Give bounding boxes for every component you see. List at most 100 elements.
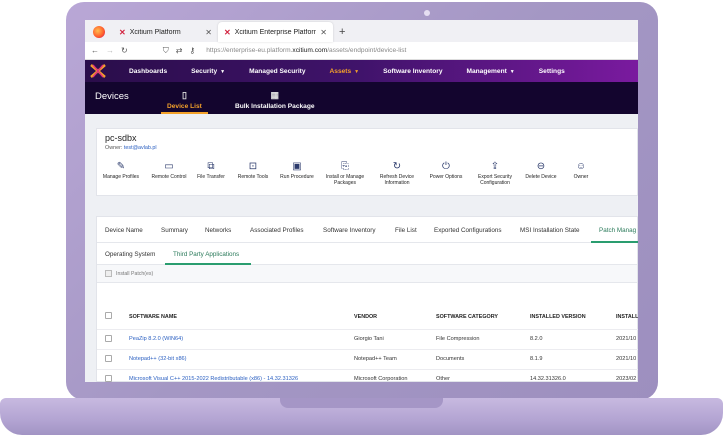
- owner-icon: ☺: [575, 161, 587, 172]
- install-patch-icon: [105, 270, 112, 277]
- file-transfer-button[interactable]: ⧉ File Transfer: [187, 161, 235, 181]
- nav-software-inventory[interactable]: Software Inventory: [383, 68, 442, 75]
- profile-edit-icon: ✎: [116, 161, 126, 172]
- version-cell: 8.2.0: [530, 329, 616, 350]
- tab-associated-profiles[interactable]: Associated Profiles: [250, 227, 304, 234]
- device-name: pc-sdbx: [105, 133, 137, 143]
- package-grid-icon: ▦: [270, 90, 280, 100]
- table-row: Notepad++ (32-bit x86) Notepad++ Team Do…: [97, 349, 638, 370]
- export-security-config-button[interactable]: ⇪ Export Security Configuration: [471, 161, 519, 187]
- table-row: Microsoft Visual C++ 2015-2022 Redistrib…: [97, 369, 638, 382]
- tab-networks[interactable]: Networks: [205, 227, 231, 234]
- installed-date-cell: 2021/10: [616, 349, 638, 370]
- nav-settings[interactable]: Settings: [539, 68, 565, 75]
- device-list-icon: ▯: [181, 90, 187, 100]
- browser-tab-bar: ✕ Xcitium Platform ✕ ✕ Xcitium Enterpris…: [85, 20, 638, 42]
- new-tab-button[interactable]: +: [339, 26, 345, 38]
- remote-control-button[interactable]: ▭ Remote Control: [145, 161, 193, 181]
- camera-icon: [424, 10, 430, 16]
- column-header[interactable]: SOFTWARE NAME: [129, 305, 354, 330]
- run-procedure-button[interactable]: ▣ Run Procedure: [273, 161, 321, 181]
- vendor-cell: Microsoft Corporation: [354, 369, 436, 382]
- url-bar: ← → ↻ ⛉ ⇄ ⚷ https://enterprise-eu.platfo…: [85, 42, 638, 60]
- patch-toolbar: Install Patch(es): [97, 265, 637, 283]
- close-icon[interactable]: ✕: [320, 28, 327, 37]
- xcitium-favicon-icon: ✕: [224, 27, 231, 37]
- tab-file-list[interactable]: File List: [395, 227, 417, 234]
- row-checkbox[interactable]: [105, 334, 112, 342]
- power-options-button[interactable]: ⏻ Power Options: [422, 161, 470, 181]
- software-name-link[interactable]: Notepad++ (32-bit x86): [129, 349, 354, 370]
- page-title: Devices: [95, 91, 129, 102]
- owner-button[interactable]: ☺ Owner: [557, 161, 605, 181]
- vendor-cell: Notepad++ Team: [354, 349, 436, 370]
- laptop-icon: ▭: [164, 161, 174, 172]
- tab-label: Device List: [167, 103, 202, 110]
- procedure-icon: ▣: [292, 161, 302, 172]
- xcitium-favicon-icon: ✕: [119, 27, 126, 37]
- content-area: pc-sdbx Owner: test@avlab.pl ✎ Manage Pro…: [85, 114, 638, 382]
- category-cell: Documents: [436, 349, 530, 370]
- nav-security[interactable]: Security ▼: [191, 68, 225, 75]
- refresh-icon: ↻: [392, 161, 402, 172]
- row-checkbox[interactable]: [105, 354, 112, 362]
- xcitium-logo-icon[interactable]: [89, 63, 107, 79]
- nav-dashboards[interactable]: Dashboards: [129, 68, 167, 75]
- column-header[interactable]: INSTALL: [616, 305, 638, 330]
- tab-msi-installation-state[interactable]: MSI Installation State: [520, 227, 580, 234]
- tab-summary[interactable]: Summary: [161, 227, 188, 234]
- tab-third-party-applications[interactable]: Third Party Applications: [173, 251, 239, 258]
- software-name-link[interactable]: PeaZip 8.2.0 (WIN64): [129, 329, 354, 350]
- address-input[interactable]: https://enterprise-eu.platform.xcitium.c…: [206, 47, 406, 54]
- refresh-device-info-button[interactable]: ↻ Refresh Device Information: [373, 161, 421, 187]
- browser-tab-xcitium-platform[interactable]: ✕ Xcitium Platform ✕: [113, 22, 218, 42]
- tab-device-name[interactable]: Device Name: [105, 227, 143, 234]
- device-actions: ✎ Manage Profiles ▭ Remote Control ⧉ File T…: [97, 161, 637, 195]
- manage-profiles-button[interactable]: ✎ Manage Profiles: [97, 161, 145, 181]
- select-all-checkbox[interactable]: [105, 312, 112, 320]
- column-header[interactable]: VENDOR: [354, 305, 436, 330]
- browser-tab-enterprise[interactable]: ✕ Xcitium Enterprise Platform ✕: [218, 22, 333, 42]
- tab-bulk-installation-package[interactable]: ▦ Bulk Installation Package: [235, 90, 315, 110]
- reload-icon[interactable]: ↻: [121, 46, 128, 55]
- screen: ✕ Xcitium Platform ✕ ✕ Xcitium Enterpris…: [85, 20, 638, 382]
- column-header[interactable]: SOFTWARE CATEGORY: [436, 305, 530, 330]
- permissions-icon: ⇄: [175, 46, 183, 55]
- tab-exported-configurations[interactable]: Exported Configurations: [434, 227, 502, 234]
- tab-operating-system[interactable]: Operating System: [105, 251, 155, 258]
- device-details-panel: Device Name Summary Networks Associated …: [96, 216, 638, 382]
- table-row: PeaZip 8.2.0 (WIN64) Giorgio Tani File C…: [97, 329, 638, 350]
- owner-email-link[interactable]: test@avlab.pl: [124, 145, 157, 151]
- category-cell: File Compression: [436, 329, 530, 350]
- shield-icon: ⛉: [162, 45, 169, 55]
- nav-assets[interactable]: Assets ▼: [330, 68, 360, 75]
- tab-device-list[interactable]: ▯ Device List: [161, 90, 208, 114]
- installed-date-cell: 2023/02: [616, 369, 638, 382]
- row-checkbox[interactable]: [105, 374, 112, 382]
- tab-software-inventory[interactable]: Software Inventory: [323, 227, 376, 234]
- chevron-down-icon: ▼: [509, 68, 515, 75]
- close-icon[interactable]: ✕: [205, 28, 212, 37]
- software-name-link[interactable]: Microsoft Visual C++ 2015-2022 Redistrib…: [129, 369, 354, 382]
- tab-label: Xcitium Enterprise Platform: [234, 28, 317, 36]
- tab-patch-management[interactable]: Patch Manag: [599, 227, 636, 234]
- third-party-apps-table: SOFTWARE NAME VENDOR SOFTWARE CATEGORY I…: [97, 305, 638, 382]
- table-header-row: SOFTWARE NAME VENDOR SOFTWARE CATEGORY I…: [97, 305, 638, 330]
- device-tabs: Device Name Summary Networks Associated …: [97, 217, 638, 243]
- firefox-icon: [93, 26, 105, 38]
- back-icon[interactable]: ←: [91, 46, 99, 55]
- remote-tools-icon: ⊡: [248, 161, 258, 172]
- remote-tools-button[interactable]: ⊡ Remote Tools: [229, 161, 277, 181]
- forward-icon[interactable]: →: [106, 46, 114, 55]
- nav-managed-security[interactable]: Managed Security: [249, 68, 305, 75]
- device-owner: Owner: test@avlab.pl: [105, 145, 157, 151]
- version-cell: 14.32.31326.0: [530, 369, 616, 382]
- patch-subtabs: Operating System Third Party Application…: [97, 243, 637, 265]
- tab-label: Bulk Installation Package: [235, 103, 315, 110]
- install-patches-button[interactable]: Install Patch(es): [105, 270, 153, 277]
- version-cell: 8.1.9: [530, 349, 616, 370]
- device-card: pc-sdbx Owner: test@avlab.pl ✎ Manage Pro…: [96, 128, 638, 196]
- install-manage-packages-button[interactable]: ⎘ Install or Manage Packages: [321, 161, 369, 187]
- column-header[interactable]: INSTALLED VERSION: [530, 305, 616, 330]
- nav-management[interactable]: Management ▼: [466, 68, 514, 75]
